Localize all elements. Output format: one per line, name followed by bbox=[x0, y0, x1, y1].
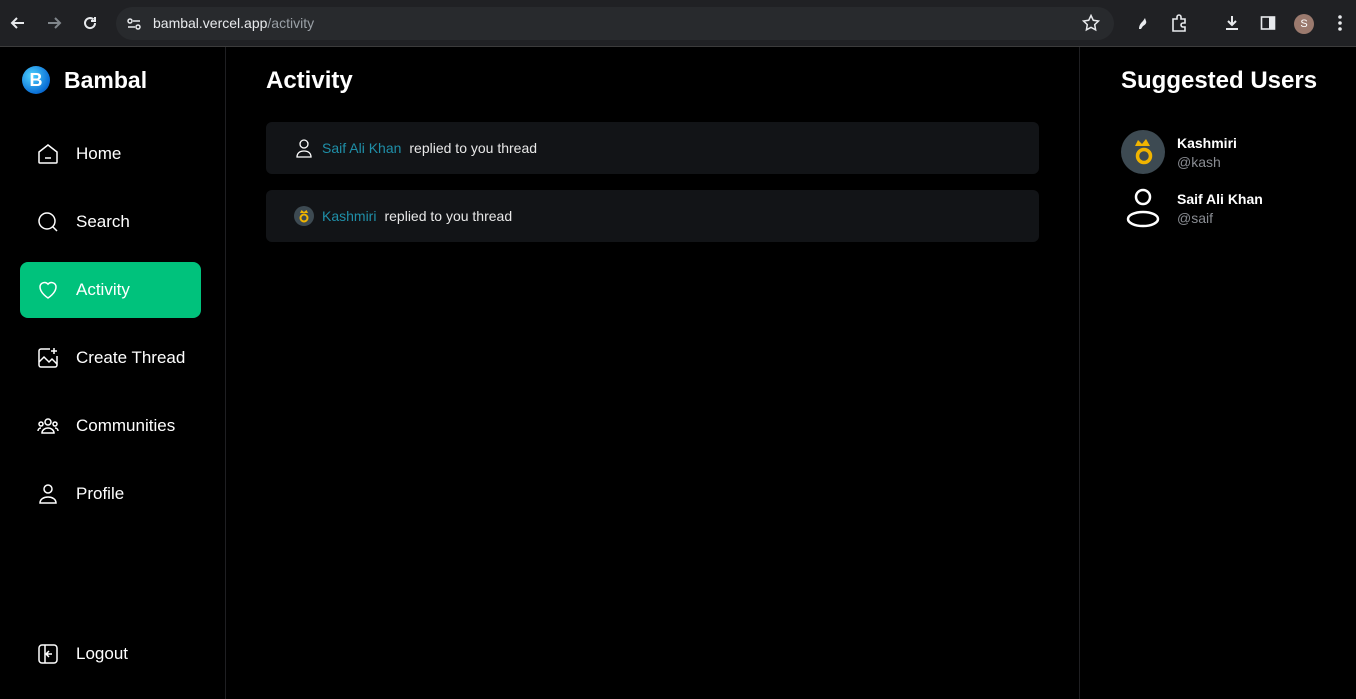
download-icon[interactable] bbox=[1222, 13, 1242, 33]
activity-text: replied to you thread bbox=[384, 208, 513, 224]
logout-icon bbox=[36, 642, 60, 666]
suggested-user[interactable]: Kashmiri @kash bbox=[1121, 130, 1237, 174]
activity-user-link[interactable]: Saif Ali Khan bbox=[322, 140, 401, 156]
sidebar-item-label: Profile bbox=[76, 484, 125, 503]
brand[interactable]: B Bambal bbox=[22, 66, 147, 94]
kashmiri-avatar bbox=[294, 206, 314, 226]
suggested-user-name: Kashmiri bbox=[1177, 134, 1237, 151]
url-text: bambal.vercel.app/activity bbox=[153, 15, 315, 31]
activity-item[interactable]: Kashmiri replied to you thread bbox=[266, 190, 1039, 242]
profile-icon bbox=[36, 482, 60, 506]
back-icon[interactable] bbox=[7, 12, 29, 34]
side-panel-icon[interactable] bbox=[1258, 13, 1278, 33]
left-sidebar: B Bambal Home Search Activity Create Thr… bbox=[0, 47, 226, 699]
logout-button[interactable]: Logout bbox=[20, 626, 201, 682]
activity-user-link[interactable]: Kashmiri bbox=[322, 208, 376, 224]
suggested-user-name: Saif Ali Khan bbox=[1177, 190, 1263, 207]
forward-icon[interactable] bbox=[43, 12, 65, 34]
profile-avatar[interactable]: S bbox=[1294, 14, 1314, 34]
sidebar-item-create-thread[interactable]: Create Thread bbox=[20, 330, 201, 386]
sidebar-item-label: Home bbox=[76, 144, 122, 163]
main-content: Activity Saif Ali Khan replied to you th… bbox=[226, 47, 1079, 699]
menu-kebab-icon[interactable] bbox=[1330, 13, 1350, 33]
activity-text: replied to you thread bbox=[409, 140, 538, 156]
site-settings-icon[interactable] bbox=[126, 16, 142, 37]
reload-icon[interactable] bbox=[79, 12, 101, 34]
communities-icon bbox=[36, 414, 60, 438]
default-user-icon bbox=[1121, 186, 1165, 230]
sidebar-item-home[interactable]: Home bbox=[20, 126, 201, 182]
bookmark-star-icon[interactable] bbox=[1081, 13, 1101, 37]
suggested-users-title: Suggested Users bbox=[1121, 67, 1318, 94]
page-title: Activity bbox=[266, 67, 353, 94]
sidebar-item-label: Create Thread bbox=[76, 348, 186, 367]
suggested-user-handle: @kash bbox=[1177, 153, 1221, 170]
heart-icon bbox=[36, 278, 60, 302]
right-sidebar: Suggested Users Kashmiri @kash Saif Ali … bbox=[1079, 47, 1356, 699]
bambal-logo: B bbox=[22, 66, 50, 94]
sidebar-item-profile[interactable]: Profile bbox=[20, 466, 201, 522]
activity-item[interactable]: Saif Ali Khan replied to you thread bbox=[266, 122, 1039, 174]
extension-icon[interactable] bbox=[1132, 13, 1152, 33]
kashmiri-avatar bbox=[1121, 130, 1165, 174]
browser-toolbar: bambal.vercel.app/activity S bbox=[0, 0, 1356, 47]
search-icon bbox=[36, 210, 60, 234]
create-thread-icon bbox=[36, 346, 60, 370]
sidebar-item-label: Communities bbox=[76, 416, 176, 435]
sidebar-item-communities[interactable]: Communities bbox=[20, 398, 201, 454]
address-bar[interactable]: bambal.vercel.app/activity bbox=[116, 7, 1114, 40]
sidebar-item-activity[interactable]: Activity bbox=[20, 262, 201, 318]
sidebar-item-label: Activity bbox=[76, 280, 130, 299]
default-user-icon bbox=[294, 138, 314, 158]
suggested-user-handle: @saif bbox=[1177, 209, 1213, 226]
extensions-puzzle-icon[interactable] bbox=[1169, 13, 1189, 33]
suggested-user[interactable]: Saif Ali Khan @saif bbox=[1121, 186, 1263, 230]
logout-label: Logout bbox=[76, 644, 128, 663]
home-icon bbox=[36, 142, 60, 166]
brand-name: Bambal bbox=[64, 66, 148, 93]
sidebar-item-search[interactable]: Search bbox=[20, 194, 201, 250]
sidebar-item-label: Search bbox=[76, 212, 130, 231]
